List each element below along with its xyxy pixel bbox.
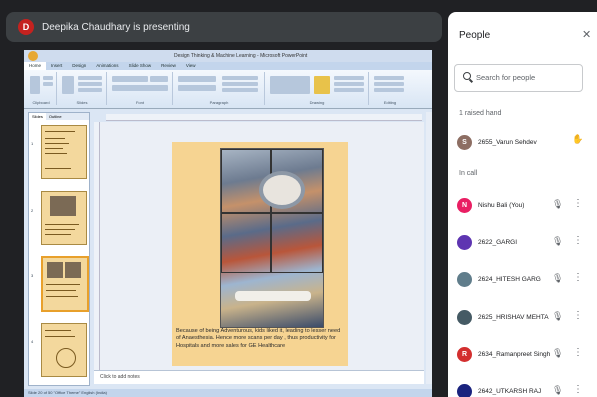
avatar: [457, 310, 472, 325]
avatar: R: [457, 347, 472, 362]
office-button-icon[interactable]: [28, 51, 38, 61]
avatar: [457, 272, 472, 287]
more-vert-icon[interactable]: ⋮: [573, 310, 583, 321]
slide-thumbnail-selected[interactable]: [41, 256, 89, 312]
participant-row[interactable]: N Nishu Bali (You) 🎙 ⋮: [454, 194, 597, 218]
ribbon-group-drawing: Drawing: [266, 72, 369, 105]
ribbon-group-font: Font: [108, 72, 173, 105]
ribbon-group-paragraph: Paragraph: [174, 72, 265, 105]
vertical-ruler: [94, 122, 100, 384]
participant-name: 2642_UTKARSH RAJ: [478, 388, 542, 395]
ppt-tab-design[interactable]: Design: [67, 62, 91, 70]
more-vert-icon[interactable]: ⋮: [573, 272, 583, 283]
people-panel: People ✕ Search for people 1 raised hand…: [448, 12, 597, 397]
participant-row[interactable]: 2622_GARGI 🎙 ⋮: [454, 231, 597, 255]
participant-row[interactable]: S 2655_Varun Sehdev ✋: [454, 131, 597, 155]
ppt-status-bar: Slide 20 of 50 "Office Theme" English (I…: [24, 389, 432, 397]
ppt-tab-insert[interactable]: Insert: [46, 62, 67, 70]
more-vert-icon[interactable]: ⋮: [573, 384, 583, 395]
mic-off-icon: 🎙: [552, 311, 564, 321]
mic-off-icon: 🎙: [552, 385, 564, 395]
hand-raised-icon[interactable]: ✋: [572, 134, 583, 145]
participant-name: 2625_HRISHAV MEHTA: [478, 314, 549, 321]
more-vert-icon[interactable]: ⋮: [573, 198, 583, 209]
ppt-tab-view[interactable]: View: [181, 62, 201, 70]
ppt-ribbon-tabs: Home Insert Design Animations Slide Show…: [24, 62, 432, 70]
people-panel-title: People: [459, 30, 491, 41]
search-icon: [463, 72, 471, 80]
participant-name: 2655_Varun Sehdev: [478, 139, 537, 146]
raised-hand-header: 1 raised hand: [459, 110, 502, 117]
slide-thumbnail[interactable]: [41, 323, 87, 377]
participant-row[interactable]: 2624_HITESH GARG 🎙 ⋮: [454, 268, 597, 292]
mic-off-icon: 🎙: [552, 199, 564, 209]
close-icon[interactable]: ✕: [582, 28, 591, 41]
participant-row[interactable]: 2625_HRISHAV MEHTA 🎙 ⋮: [454, 306, 597, 330]
participant-name: 2634_Ramanpreet Singh: [478, 351, 551, 358]
mic-off-icon: 🎙: [552, 348, 564, 358]
current-slide[interactable]: Because of being Adventurous, kids liked…: [172, 142, 348, 366]
slide-photo: [220, 148, 324, 328]
ribbon-group-clipboard: Clipboard: [26, 72, 57, 105]
slide-caption: Because of being Adventurous, kids liked…: [176, 328, 341, 349]
presenting-text: Deepika Chaudhary is presenting: [42, 21, 190, 33]
ppt-ribbon: Clipboard Slides Font Paragraph Drawing …: [24, 70, 432, 109]
slides-pane: Slides Outline 1 2 3 4: [28, 112, 90, 386]
ribbon-group-editing: Editing: [370, 72, 410, 105]
ribbon-group-slides: Slides: [58, 72, 107, 105]
participant-name: 2624_HITESH GARG: [478, 276, 541, 283]
more-vert-icon[interactable]: ⋮: [573, 347, 583, 358]
more-vert-icon[interactable]: ⋮: [573, 235, 583, 246]
mic-off-icon: 🎙: [552, 236, 564, 246]
participant-row[interactable]: R 2634_Ramanpreet Singh 🎙 ⋮: [454, 343, 597, 367]
ppt-tab-home[interactable]: Home: [24, 62, 47, 70]
ppt-tab-review[interactable]: Review: [156, 62, 181, 70]
participant-row[interactable]: 2642_UTKARSH RAJ 🎙 ⋮: [454, 380, 597, 397]
vertical-scrollbar[interactable]: [426, 112, 432, 384]
avatar: N: [457, 198, 472, 213]
presenter-avatar: D: [18, 19, 34, 35]
pane-tab-slides[interactable]: Slides: [29, 113, 46, 120]
ppt-tab-animations[interactable]: Animations: [91, 62, 123, 70]
shared-screen: Design Thinking & Machine Learning - Mic…: [24, 50, 432, 397]
ppt-window-title: Design Thinking & Machine Learning - Mic…: [174, 53, 308, 59]
ppt-title-bar: Design Thinking & Machine Learning - Mic…: [24, 50, 432, 62]
presenting-banner: D Deepika Chaudhary is presenting: [6, 12, 442, 42]
slide-thumbnail[interactable]: [41, 191, 87, 245]
pane-tab-outline[interactable]: Outline: [46, 113, 65, 120]
avatar: [457, 235, 472, 250]
participant-name: Nishu Bali (You): [478, 202, 525, 209]
horizontal-ruler: [106, 114, 422, 121]
search-input[interactable]: Search for people: [454, 64, 583, 92]
mic-off-icon: 🎙: [552, 273, 564, 283]
ppt-tab-slideshow[interactable]: Slide Show: [124, 62, 157, 70]
slide-thumbnail[interactable]: [41, 125, 87, 179]
in-call-header: In call: [459, 170, 478, 177]
notes-pane[interactable]: Click to add notes: [94, 370, 424, 384]
avatar: [457, 384, 472, 397]
participant-name: 2622_GARGI: [478, 239, 518, 246]
avatar: S: [457, 135, 472, 150]
